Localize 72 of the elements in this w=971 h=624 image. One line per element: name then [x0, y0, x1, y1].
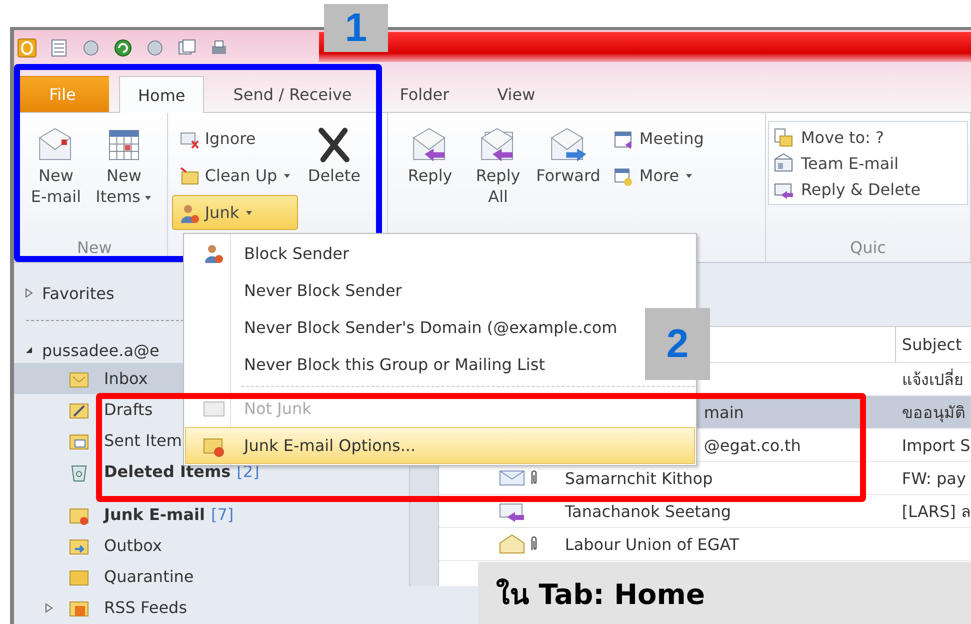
sender-name: @egat.co.th — [704, 436, 801, 454]
message-row[interactable]: Tanachanok Seetang [LARS] ล — [438, 495, 971, 528]
menu-item[interactable]: Junk E-mail Options... — [185, 427, 695, 464]
folder-item[interactable]: RSS Feeds — [104, 598, 188, 617]
subject-text: FW: pay — [902, 468, 966, 488]
ribbon-button[interactable]: Delete — [302, 121, 366, 190]
message-row[interactable]: Labour Union of EGAT — [438, 528, 971, 561]
group-label: New — [76, 238, 112, 257]
ribbon-button[interactable]: New E-mail — [24, 121, 88, 211]
ribbon-button[interactable]: More — [606, 158, 711, 193]
folder-item[interactable]: Drafts — [104, 400, 153, 419]
calendar-icon — [613, 166, 634, 186]
menu-item[interactable]: Never Block Sender — [242, 281, 402, 300]
app-icon — [17, 38, 37, 58]
folder-icon — [773, 127, 793, 147]
caret-icon — [144, 194, 152, 201]
ribbon-button[interactable]: Clean Up — [172, 158, 298, 193]
stack-icon — [177, 38, 197, 58]
ribbon-tab[interactable]: Home — [119, 76, 204, 113]
envelope-icon — [773, 153, 793, 173]
unread-count: [7] — [210, 505, 234, 524]
person-icon — [178, 202, 199, 222]
ribbon-button[interactable]: Reply All — [466, 121, 530, 211]
circle-icon — [81, 38, 101, 58]
paperclip-icon — [528, 469, 539, 487]
folder-item[interactable]: Sent Item — [104, 431, 182, 450]
ribbon-button[interactable]: Meeting — [606, 121, 711, 156]
account-header[interactable]: pussadee.a@e — [42, 340, 160, 360]
subject-text: [LARS] ล — [902, 502, 971, 520]
caption-text: ใน Tab: Home — [496, 578, 705, 611]
ribbon-button[interactable]: New Items — [92, 121, 156, 211]
step-number: 2 — [645, 308, 710, 380]
folder-icon — [178, 166, 199, 186]
sender-name: Samarnchit Kithop — [564, 468, 713, 488]
circle-icon — [145, 38, 165, 58]
sender-name: Labour Union of EGAT — [564, 534, 740, 554]
subject-text: แจ้งเปลี่ย — [902, 370, 963, 388]
caret-icon — [283, 172, 292, 178]
subject-text: Import S — [902, 436, 970, 454]
step-number: 1 — [324, 4, 388, 52]
menu-item[interactable]: Never Block this Group or Mailing List — [242, 355, 545, 374]
person-icon — [203, 242, 225, 264]
ribbon-button[interactable]: Junk — [172, 195, 298, 230]
quick-step[interactable]: Move to: ? — [773, 124, 963, 150]
favorites-header[interactable]: Favorites — [42, 284, 114, 302]
quick-step[interactable]: Reply & Delete — [773, 176, 963, 202]
caret-icon — [685, 172, 694, 178]
quick-step[interactable]: Team E-mail — [773, 150, 963, 176]
folder-item[interactable]: Deleted Items — [104, 462, 231, 481]
column-header[interactable]: Subject — [896, 327, 962, 362]
ribbon-button[interactable]: Forward — [534, 121, 602, 190]
ribbon-tab[interactable]: Folder — [380, 76, 468, 112]
menu-item[interactable]: Block Sender — [242, 244, 350, 263]
ribbon-tab[interactable]: View — [478, 76, 554, 112]
folder-item[interactable]: Outbox — [104, 536, 162, 555]
folder-item[interactable]: Inbox — [104, 369, 148, 388]
ribbon-tab[interactable]: Send / Receive — [214, 76, 371, 112]
folder-item[interactable]: Quarantine — [104, 567, 194, 586]
menu-item[interactable]: Never Block Sender's Domain (@example.com — [242, 318, 618, 337]
folder-item[interactable]: Junk E-mail — [104, 505, 205, 524]
group-label: Quic — [850, 238, 886, 257]
list-icon — [49, 38, 69, 58]
ribbon-button[interactable]: Ignore — [172, 121, 298, 156]
sender-name: Tanachanok Seetang — [564, 502, 732, 520]
sender-name: main — [704, 402, 744, 422]
calendar-icon — [613, 128, 634, 148]
caret-icon — [245, 210, 254, 216]
ribbon-button[interactable]: Reply — [398, 121, 462, 190]
paperclip-icon — [528, 535, 539, 553]
refresh-icon — [113, 38, 133, 58]
subject-text: ขออนุมัติ — [902, 402, 965, 422]
envelope-icon — [498, 533, 525, 555]
